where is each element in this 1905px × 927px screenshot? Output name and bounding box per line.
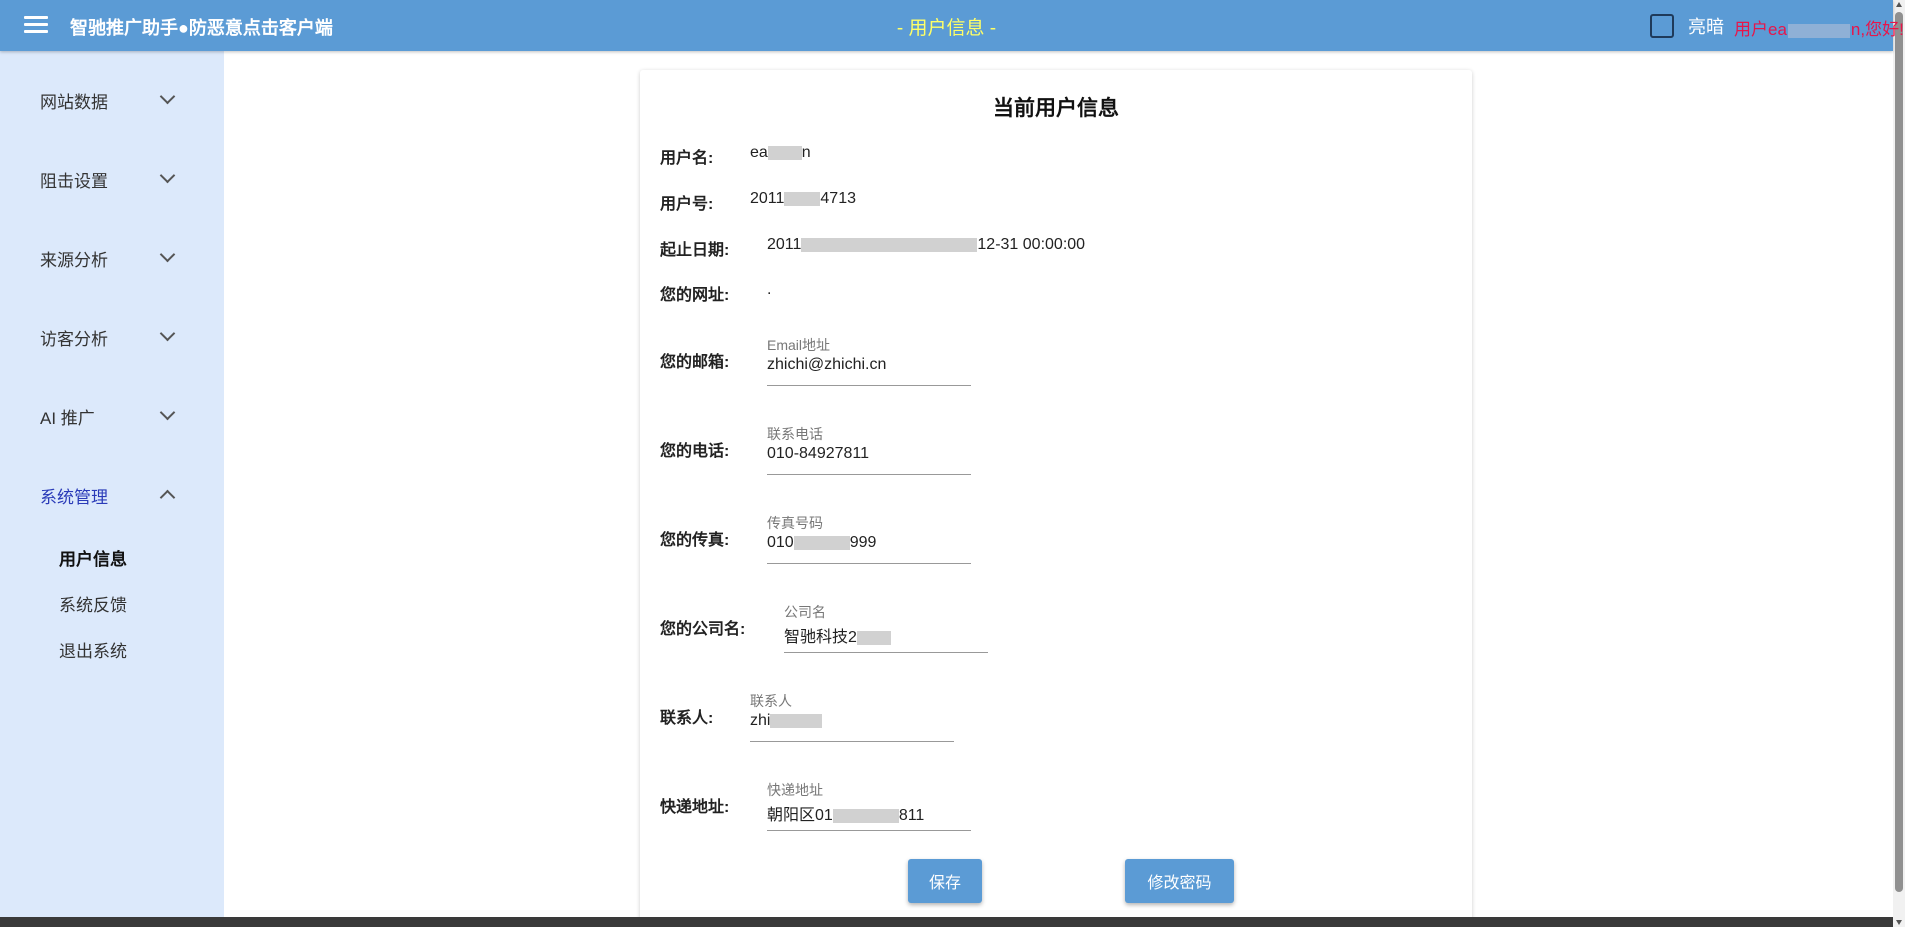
nav-label: 网站数据 bbox=[40, 92, 108, 112]
nav-group-ai-promotion[interactable]: AI 推广 bbox=[0, 391, 224, 441]
sidebar-item-logout[interactable]: 退出系统 bbox=[59, 637, 127, 662]
email-field[interactable]: Email地址 zhichi@zhichi.cn bbox=[767, 335, 971, 386]
page-heading: - 用户信息 - bbox=[896, 18, 997, 39]
redacted-text bbox=[1787, 23, 1850, 38]
scroll-down-icon[interactable] bbox=[1896, 920, 1902, 925]
redacted-text bbox=[770, 713, 823, 728]
chevron-up-icon bbox=[159, 489, 176, 506]
card-title: 当前用户信息 bbox=[993, 97, 1119, 120]
app-title: 智驰推广助手●防恶意点击客户端 bbox=[70, 18, 333, 38]
theme-label: 亮暗 bbox=[1688, 17, 1724, 37]
redacted-text bbox=[793, 535, 850, 550]
scrollbar-thumb[interactable] bbox=[1895, 12, 1903, 892]
nav-group-visitor-analysis[interactable]: 访客分析 bbox=[0, 312, 224, 362]
chevron-down-icon bbox=[159, 88, 176, 105]
app-bar: 智驰推广助手●防恶意点击客户端 - 用户信息 - 亮暗 用户ea n,您好! bbox=[0, 0, 1904, 51]
company-field-value: 智驰科技2 bbox=[784, 623, 891, 647]
theme-toggle[interactable]: 亮暗 bbox=[1650, 13, 1724, 39]
nav-group-system-management[interactable]: 系统管理 bbox=[0, 470, 224, 520]
fax-label: 您的传真: bbox=[660, 532, 730, 549]
nav-group-website-data[interactable]: 网站数据 bbox=[0, 75, 224, 125]
sidebar-item-user-info[interactable]: 用户信息 bbox=[59, 545, 127, 570]
nav-group-block-settings[interactable]: 阻击设置 bbox=[0, 154, 224, 204]
date-range-label: 起止日期: bbox=[660, 242, 730, 259]
user-greeting: 用户ea n,您好! bbox=[1734, 20, 1904, 39]
email-label: 您的邮箱: bbox=[660, 354, 730, 371]
scroll-up-icon[interactable] bbox=[1896, 2, 1902, 7]
phone-label: 您的电话: bbox=[660, 443, 730, 460]
contact-field-label: 联系人 bbox=[750, 693, 792, 709]
nav-label: 访客分析 bbox=[40, 329, 108, 349]
username-label: 用户名: bbox=[660, 150, 714, 167]
address-label: 快递地址: bbox=[660, 799, 730, 816]
redacted-text bbox=[767, 145, 802, 160]
company-field-label: 公司名 bbox=[784, 604, 826, 620]
redacted-text bbox=[856, 630, 891, 645]
phone-field[interactable]: 联系电话 010-84927811 bbox=[767, 424, 971, 475]
date-range-value: 2011 12-31 00:00:00 bbox=[767, 236, 1086, 253]
menu-icon[interactable] bbox=[24, 16, 48, 34]
chevron-down-icon bbox=[159, 325, 176, 342]
chevron-down-icon bbox=[159, 404, 176, 421]
username-value: ea n bbox=[750, 144, 811, 161]
nav-label: 来源分析 bbox=[40, 250, 108, 270]
contact-label: 联系人: bbox=[660, 710, 714, 727]
checkbox-icon[interactable] bbox=[1650, 14, 1674, 38]
save-button[interactable]: 保存 bbox=[908, 859, 982, 903]
nav-label: 阻击设置 bbox=[40, 171, 108, 191]
website-label: 您的网址: bbox=[660, 287, 730, 304]
company-label: 您的公司名: bbox=[660, 621, 746, 638]
sidebar: 网站数据 阻击设置 来源分析 访客分析 AI 推广 系统管理 用户信息 系统反馈… bbox=[0, 51, 224, 917]
address-field-label: 快递地址 bbox=[767, 782, 823, 798]
user-id-label: 用户号: bbox=[660, 196, 714, 213]
email-field-value: zhichi@zhichi.cn bbox=[767, 356, 887, 373]
chevron-down-icon bbox=[159, 246, 176, 263]
nav-label: 系统管理 bbox=[40, 487, 108, 507]
nav-group-source-analysis[interactable]: 来源分析 bbox=[0, 233, 224, 283]
fax-field[interactable]: 传真号码 010 999 bbox=[767, 513, 971, 564]
contact-field[interactable]: 联系人 zhi bbox=[750, 691, 954, 742]
change-password-button[interactable]: 修改密码 bbox=[1125, 859, 1234, 903]
user-info-card: 当前用户信息 用户名: ea n 用户号: 2011 4713 起止日期: 2011… bbox=[640, 70, 1472, 927]
company-field[interactable]: 公司名 智驰科技2 bbox=[784, 602, 988, 653]
bottom-bar bbox=[0, 917, 1893, 927]
address-field[interactable]: 快递地址 朝阳区01 811 bbox=[767, 780, 971, 831]
redacted-text bbox=[801, 237, 978, 252]
user-id-value: 2011 4713 bbox=[750, 190, 856, 207]
chevron-down-icon bbox=[159, 167, 176, 184]
sidebar-item-feedback[interactable]: 系统反馈 bbox=[59, 591, 127, 616]
phone-field-value: 010-84927811 bbox=[767, 445, 870, 462]
vertical-scrollbar[interactable] bbox=[1893, 0, 1905, 927]
nav-label: AI 推广 bbox=[40, 408, 95, 428]
website-value: . bbox=[767, 281, 772, 298]
email-field-label: Email地址 bbox=[767, 337, 831, 353]
redacted-text bbox=[784, 191, 821, 206]
contact-field-value: zhi bbox=[750, 712, 823, 730]
fax-field-label: 传真号码 bbox=[767, 515, 823, 531]
fax-field-value: 010 999 bbox=[767, 534, 877, 551]
redacted-text bbox=[832, 808, 899, 823]
address-field-value: 朝阳区01 811 bbox=[767, 807, 925, 824]
phone-field-label: 联系电话 bbox=[767, 426, 823, 442]
